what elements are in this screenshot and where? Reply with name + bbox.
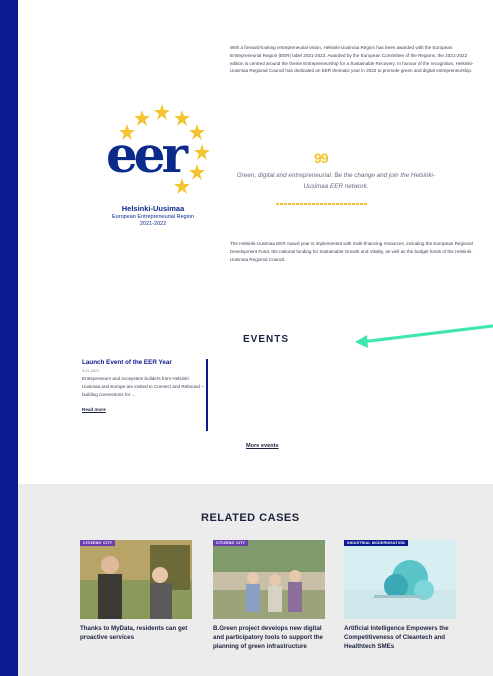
case-photo-mydata	[80, 540, 192, 619]
event-card[interactable]: Launch Event of the EER Year 3.11.2021 E…	[82, 359, 208, 431]
page-content: eer Helsinki-Uusimaa European Entreprene…	[18, 0, 493, 676]
case-tag: CITIZENS' CITY	[80, 540, 116, 546]
event-description: Entrepreneurs and ecosystem builders fro…	[82, 376, 204, 397]
case-tag: INDUSTRIAL MODERNISATION	[344, 540, 408, 546]
case-image[interactable]: CITIZENS' CITY	[213, 540, 325, 619]
case-title[interactable]: Artificial Intelligence Empowers the Com…	[344, 625, 456, 652]
case-title[interactable]: B.Green project develops new digital and…	[213, 625, 325, 652]
intro-paragraph: With a forward-looking entrepreneurial v…	[230, 45, 474, 74]
logo-subtitle-line1: European Entrepreneurial Region	[112, 214, 194, 220]
case-image[interactable]: CITIZENS' CITY	[80, 540, 192, 619]
case-card[interactable]: CITIZENS' CITY B.Green project develops …	[213, 540, 325, 652]
case-title[interactable]: Thanks to MyData, residents can get proa…	[80, 625, 192, 643]
case-card[interactable]: CITIZENS' CITY Thanks to MyData, residen…	[80, 540, 192, 643]
quote-icon: 99	[314, 150, 329, 166]
event-title[interactable]: Launch Event of the EER Year	[82, 359, 206, 366]
related-cases-heading: RELATED CASES	[201, 512, 300, 524]
case-image[interactable]: INDUSTRIAL MODERNISATION	[344, 540, 456, 619]
case-tag: CITIZENS' CITY	[213, 540, 249, 546]
arrow-icon	[355, 324, 493, 348]
read-more-link[interactable]: Read more	[82, 407, 106, 412]
case-photo-ai	[344, 540, 456, 619]
eer-logo: eer Helsinki-Uusimaa European Entreprene…	[88, 102, 218, 262]
quote-text: Green, digital and entrepreneurial. Be t…	[236, 172, 436, 191]
logo-subtitle: European Entrepreneurial Region 2021-202…	[80, 214, 226, 229]
funding-paragraph: The Helsinki-Uusimaa EER Award year is i…	[230, 241, 473, 262]
more-events-link[interactable]: More events	[246, 443, 279, 449]
logo-title: Helsinki-Uusimaa	[121, 204, 185, 213]
case-photo-bgreen	[213, 540, 325, 619]
events-heading: EVENTS	[243, 334, 290, 345]
quote-underline	[276, 203, 368, 205]
eer-logo-mark: eer	[106, 125, 188, 184]
case-card[interactable]: INDUSTRIAL MODERNISATION Artificial Inte…	[344, 540, 456, 652]
logo-subtitle-line2: 2021-2022	[139, 221, 167, 228]
related-cases-section: RELATED CASES CITIZENS' CITY Thanks to M…	[18, 484, 493, 676]
page-frame: eer Helsinki-Uusimaa European Entreprene…	[0, 0, 493, 676]
event-date: 3.11.2021	[82, 368, 100, 373]
